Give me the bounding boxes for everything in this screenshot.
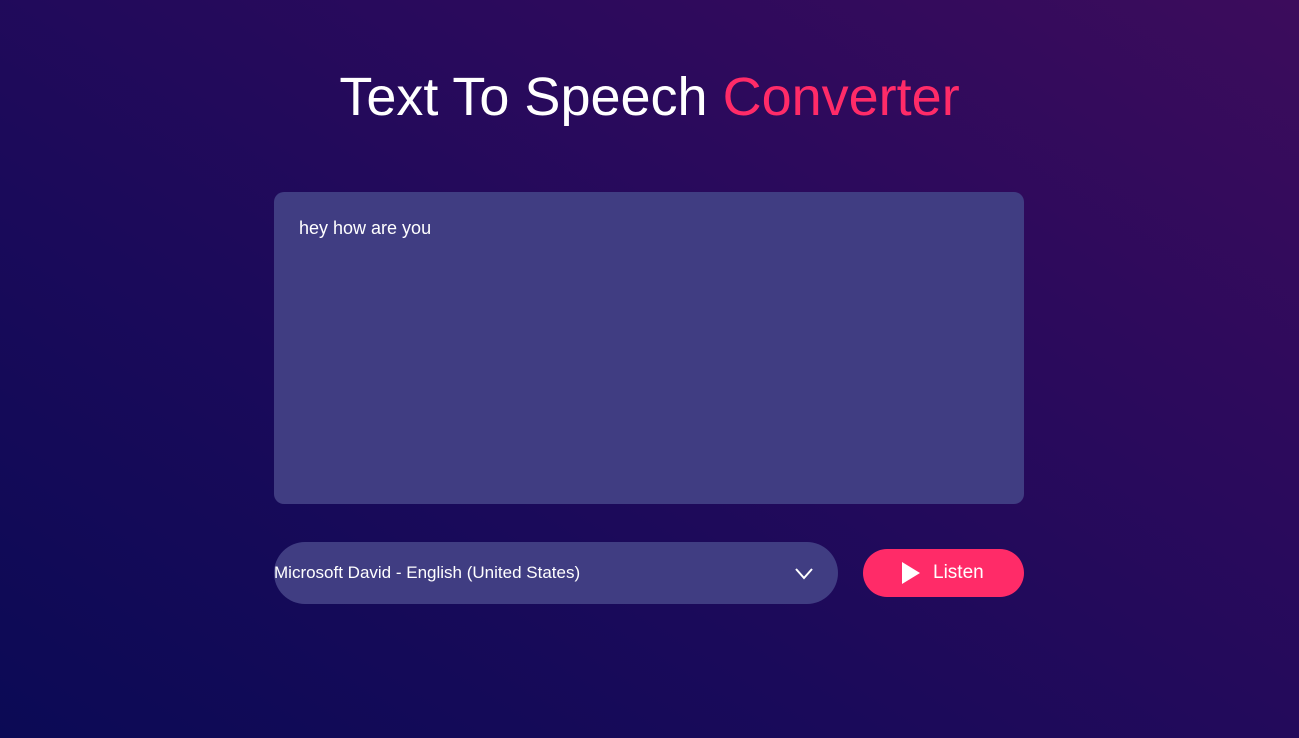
listen-button-label: Listen — [933, 562, 984, 583]
play-icon — [901, 561, 921, 585]
page-title-accent: Converter — [722, 67, 960, 127]
listen-button[interactable]: Listen — [863, 549, 1024, 597]
voice-select[interactable]: Microsoft David - English (United States… — [274, 542, 838, 604]
text-input[interactable]: hey how are you — [274, 192, 1024, 504]
chevron-down-icon — [794, 564, 814, 582]
page-title-main: Text To Speech — [339, 67, 723, 127]
voice-select-value: Microsoft David - English (United States… — [274, 563, 581, 582]
page-title: Text To Speech Converter — [0, 64, 1299, 130]
